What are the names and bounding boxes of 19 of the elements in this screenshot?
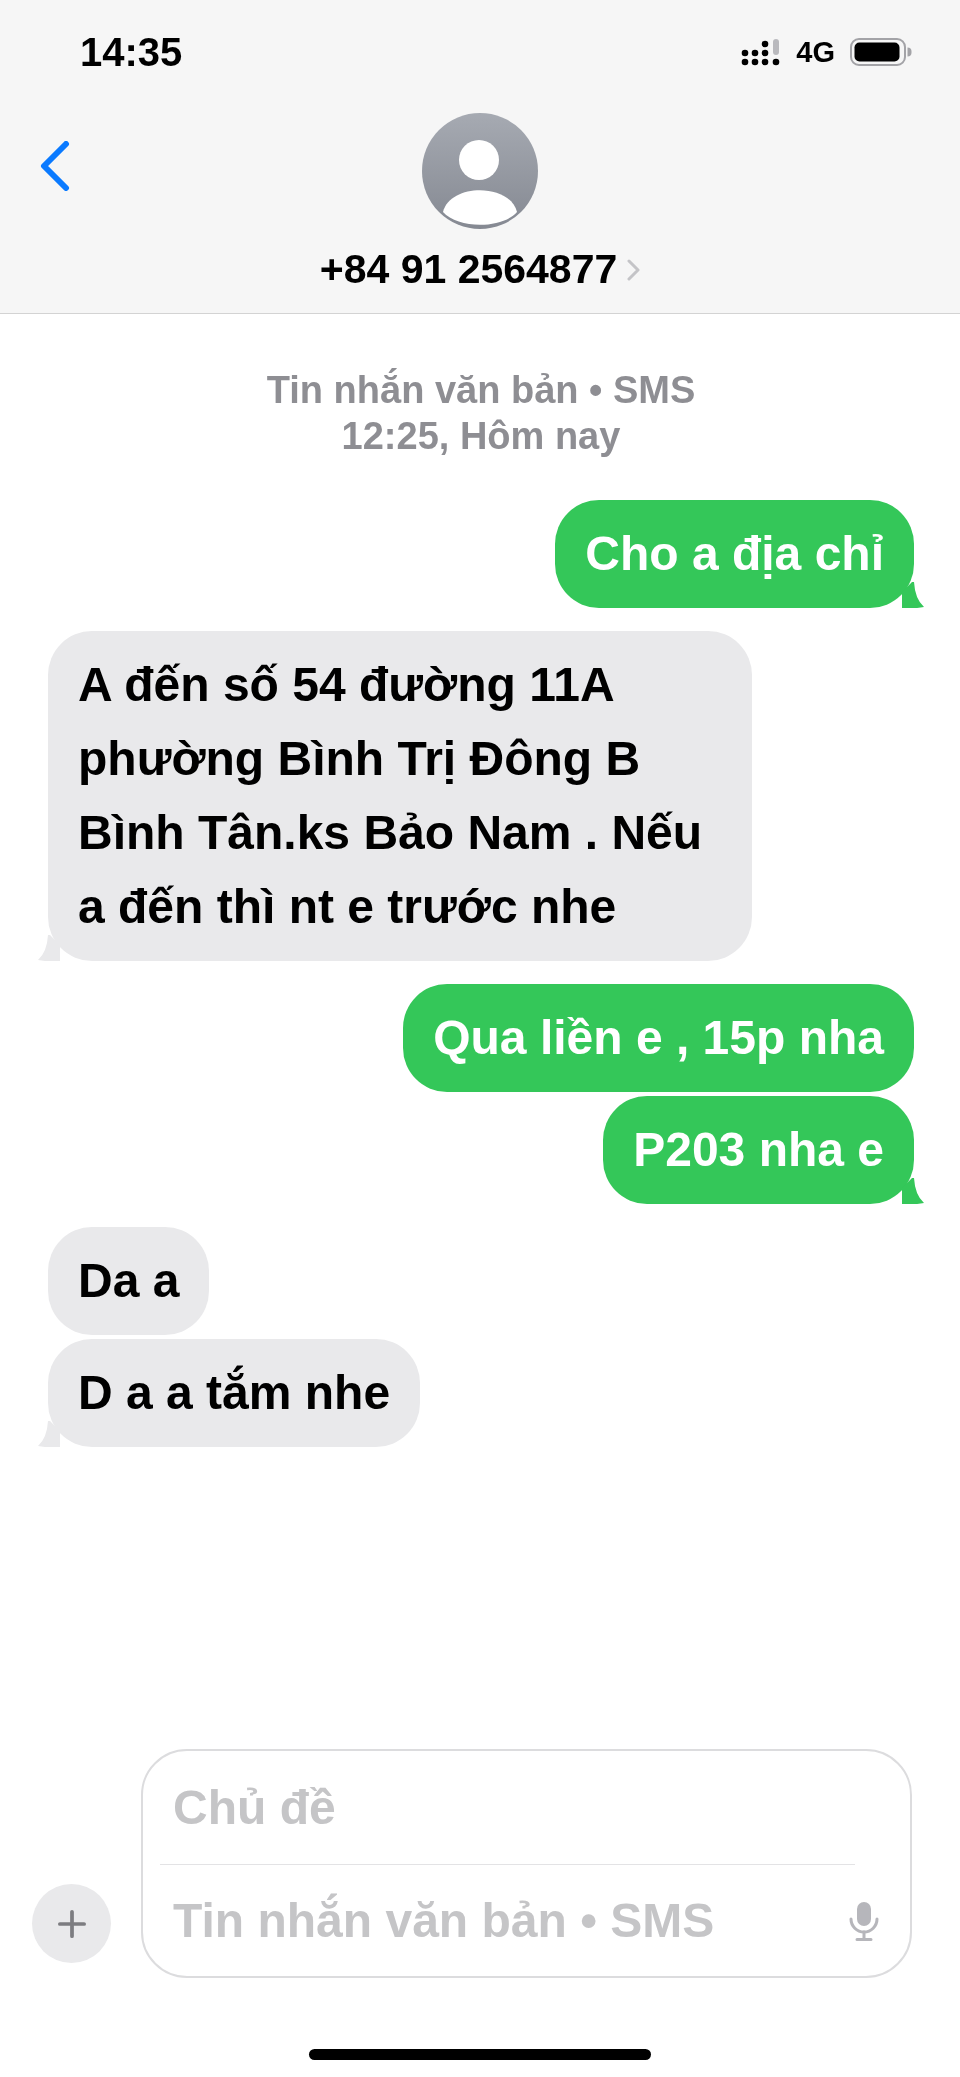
message-bubble: Da a: [48, 1227, 210, 1335]
service-label: Tin nhắn văn bản • SMS: [265, 367, 697, 413]
subject-field[interactable]: Chủ đề: [143, 1751, 910, 1864]
chevron-right-icon: [627, 258, 641, 281]
chevron-left-icon: [40, 141, 70, 191]
bubble-tail-icon: [902, 582, 924, 608]
composer-box[interactable]: Chủ đề Tin nhắn văn bản • SMS: [141, 1749, 912, 1978]
message-field[interactable]: Tin nhắn văn bản • SMS: [143, 1865, 848, 1976]
plus-icon: [57, 1909, 86, 1938]
contact-avatar-icon[interactable]: [422, 113, 538, 229]
timestamp-label: 12:25, Hôm nay: [340, 414, 622, 459]
signal-icon: [741, 38, 782, 66]
message-bubble: Qua liền e , 15p nha: [403, 984, 914, 1092]
status-time: 14:35: [80, 32, 183, 72]
contact-details-button[interactable]: +84 91 2564877: [319, 249, 641, 290]
microphone-icon[interactable]: [848, 1900, 880, 1941]
battery-icon: [850, 38, 912, 66]
network-label: 4G: [796, 37, 835, 67]
bubble-tail-icon: [902, 1178, 924, 1204]
